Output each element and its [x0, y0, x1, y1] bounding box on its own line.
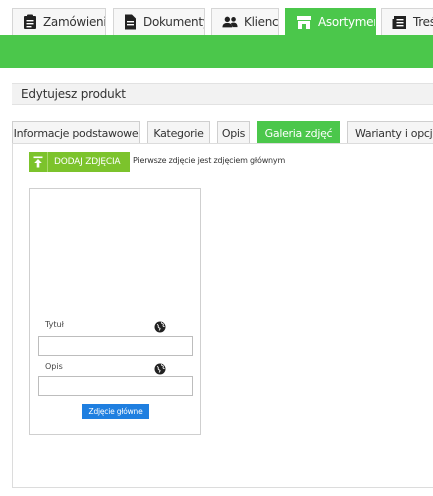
tab-label: Opis — [221, 126, 246, 140]
photo-card — [29, 188, 201, 435]
clipboard-icon — [23, 14, 37, 30]
tab-categories[interactable]: Kategorie — [147, 121, 210, 144]
set-main-photo-label: Zdjęcie główne — [88, 407, 143, 416]
nav-tab-label: Klienci — [244, 15, 279, 29]
description-input[interactable] — [38, 376, 193, 396]
nav-tab-label: Dokumenty — [143, 15, 205, 29]
title-input[interactable] — [38, 336, 193, 356]
page-title: Edytujesz produkt — [12, 83, 433, 105]
nav-tab-label: Asortyment — [318, 15, 375, 29]
tab-variants[interactable]: Warianty i opcje — [347, 121, 433, 144]
document-icon — [124, 14, 137, 30]
set-main-photo-button[interactable]: Zdjęcie główne — [82, 404, 149, 419]
news-icon — [392, 14, 407, 30]
main-photo-note: Pierwsze zdjęcie jest zdjęciem głównym — [133, 156, 286, 165]
sub-navigation-bar — [0, 35, 433, 68]
nav-tab-label: Treść — [413, 15, 433, 29]
nav-tab-orders[interactable]: Zamówienia — [12, 8, 106, 35]
title-label: Tytuł — [45, 320, 64, 329]
nav-tab-content[interactable]: Treść — [381, 8, 433, 35]
description-label: Opis — [45, 362, 63, 371]
nav-tab-documents[interactable]: Dokumenty — [113, 8, 205, 35]
tab-label: Informacje podstawowe — [13, 126, 139, 140]
add-photos-button[interactable]: DODAJ ZDJĘCIA — [29, 152, 130, 172]
page-title-text: Edytujesz produkt — [21, 87, 126, 101]
add-photos-label: DODAJ ZDJĘCIA — [54, 157, 121, 167]
tab-basic-info[interactable]: Informacje podstawowe — [12, 121, 140, 144]
users-icon — [222, 14, 238, 30]
main-navigation: Zamówienia Dokumenty Klienci Asortyment … — [0, 0, 433, 38]
nav-tab-clients[interactable]: Klienci — [211, 8, 279, 35]
tab-label: Galeria zdjęć — [264, 126, 333, 140]
tab-label: Kategorie — [153, 126, 204, 140]
globe-icon[interactable] — [154, 318, 166, 333]
globe-icon[interactable] — [154, 360, 166, 375]
tab-label: Warianty i opcje — [355, 126, 433, 140]
nav-tab-assortment[interactable]: Asortyment — [285, 8, 376, 35]
upload-icon — [29, 152, 48, 172]
nav-tab-label: Zamówienia — [43, 15, 105, 29]
tab-description[interactable]: Opis — [217, 121, 250, 144]
tab-gallery[interactable]: Galeria zdjęć — [257, 121, 340, 144]
shop-icon — [296, 14, 312, 30]
